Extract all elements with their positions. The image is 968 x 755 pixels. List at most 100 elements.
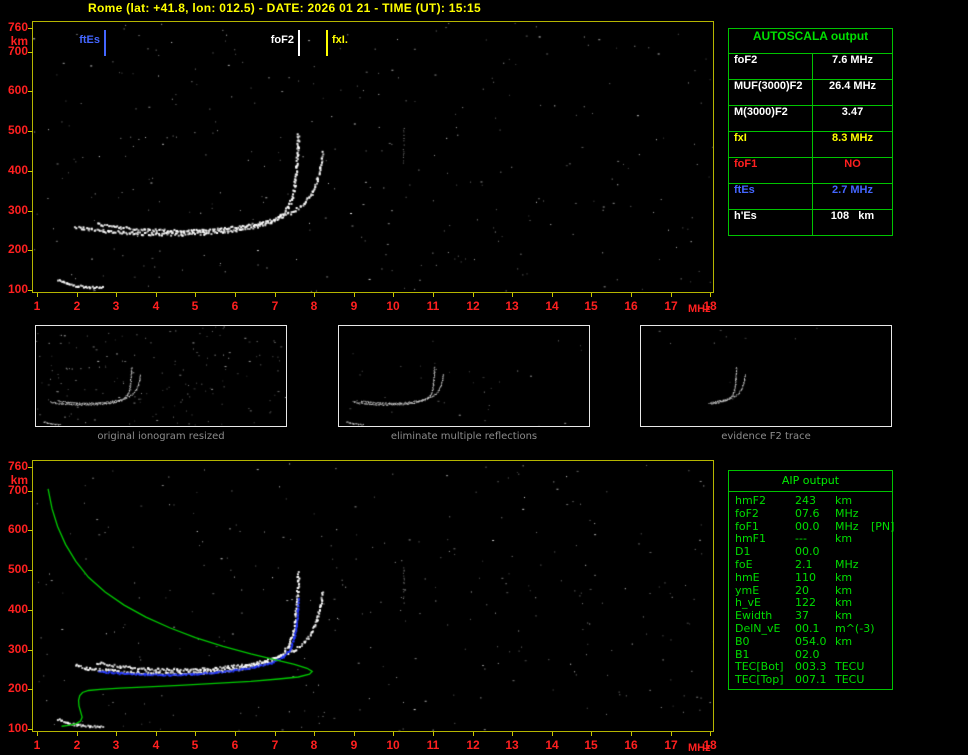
y-axis-tick-mark — [28, 729, 33, 730]
aip-table-row: hmF2 243 km — [735, 494, 892, 508]
autoscala-row-value: 108 km — [813, 209, 892, 235]
autoscala-row-label: h'Es — [729, 209, 813, 235]
ionogram-canvas-bottom — [33, 461, 713, 731]
aip-row-note — [871, 533, 892, 546]
thumbnail-caption-f2: evidence F2 trace — [721, 431, 811, 442]
aip-table-row: TEC[Top] 007.1 TECU — [735, 673, 892, 687]
x-axis-tick-label: 13 — [505, 299, 519, 313]
y-axis-tick-mark — [28, 91, 33, 92]
x-axis-tick-label: 12 — [466, 738, 480, 752]
aip-row-note — [871, 559, 892, 572]
x-axis-tick-mark — [433, 293, 434, 297]
x-axis-tick-label: 4 — [152, 738, 160, 752]
y-axis-tick-label: 300 — [7, 642, 28, 656]
autoscala-table-title: AUTOSCALA output — [752, 29, 869, 43]
aip-table-row: B0 054.0 km — [735, 634, 892, 649]
x-axis-tick-mark — [77, 732, 78, 736]
station-date-title: Rome (lat: +41.8, lon: 012.5) - DATE: 20… — [88, 1, 481, 15]
y-axis-unit-label: km — [10, 473, 28, 487]
aip-row-note — [871, 508, 892, 521]
x-axis-tick-label: 8 — [310, 299, 318, 313]
x-axis-tick-mark — [37, 732, 38, 736]
ionogram-canvas-top — [33, 22, 713, 292]
x-axis-tick-mark — [710, 293, 711, 297]
x-axis-tick-label: 15 — [584, 299, 598, 313]
y-axis-tick-mark — [28, 211, 33, 212]
aip-row-note — [871, 674, 892, 687]
autoscala-row-value: 3.47 — [813, 105, 892, 131]
x-axis-tick-mark — [393, 293, 394, 297]
y-axis-tick-label: 200 — [7, 681, 28, 695]
x-axis-tick-label: 10 — [386, 299, 400, 313]
thumbnail-canvas-original — [36, 326, 286, 426]
y-axis-tick-label: 500 — [7, 123, 28, 137]
aip-table-row: DelN_vE 00.1 m^(-3) — [735, 622, 892, 636]
aip-row-label: foF2 — [735, 506, 759, 520]
x-axis-tick-mark — [235, 293, 236, 297]
x-axis-tick-mark — [433, 732, 434, 736]
x-axis-tick-label: 3 — [112, 738, 120, 752]
x-axis-tick-label: 13 — [505, 738, 519, 752]
y-axis-tick-mark — [28, 28, 33, 29]
y-axis-tick-mark — [28, 131, 33, 132]
thumbnail-original-ionogram — [35, 325, 287, 427]
aip-row-unit: km — [835, 634, 853, 648]
y-axis-tick-mark — [28, 171, 33, 172]
autoscala-row-value: NO — [813, 157, 892, 183]
x-axis-tick-mark — [671, 732, 672, 736]
x-axis-tick-mark — [275, 293, 276, 297]
y-axis-tick-mark — [28, 689, 33, 690]
thumbnail-canvas-filtered — [339, 326, 589, 426]
x-axis-tick-label: 4 — [152, 299, 160, 313]
marker-label-fxI: fxI. — [332, 34, 348, 46]
y-axis-tick-label: 760 — [7, 459, 28, 473]
x-axis-tick-label: 5 — [191, 299, 199, 313]
aip-row-value: 110 — [795, 570, 816, 584]
x-axis-tick-mark — [37, 293, 38, 297]
autoscala-output-table: AUTOSCALA output foF2 7.6 MHz MUF(3000)F2 2… — [728, 28, 893, 236]
aip-row-unit: MHz — [835, 506, 859, 520]
autoscala-row-value: 7.6 MHz — [813, 53, 892, 79]
aip-row-note — [871, 661, 892, 674]
ionogram-plot-bottom — [32, 460, 714, 732]
aip-row-note — [871, 597, 892, 610]
aip-table-row: foF2 07.6 MHz — [735, 506, 892, 521]
aip-row-note — [871, 572, 892, 585]
x-axis-tick-mark — [275, 732, 276, 736]
y-axis-tick-mark — [28, 52, 33, 53]
autoscala-app-window: Rome (lat: +41.8, lon: 012.5) - DATE: 20… — [0, 0, 968, 755]
aip-row-unit: km — [835, 570, 853, 584]
x-axis-tick-label: 14 — [545, 738, 559, 752]
x-axis-tick-mark — [473, 732, 474, 736]
x-axis-tick-label: 16 — [624, 299, 638, 313]
autoscala-row-label: foF2 — [729, 53, 813, 79]
x-axis-tick-mark — [631, 293, 632, 297]
x-axis-tick-mark — [552, 293, 553, 297]
autoscala-row-label: ftEs — [729, 183, 813, 209]
x-axis-tick-label: 17 — [664, 299, 678, 313]
aip-row-note — [871, 546, 892, 559]
autoscala-row-value: 2.7 MHz — [813, 183, 892, 209]
x-axis-tick-mark — [591, 732, 592, 736]
aip-row-value: 07.6 — [795, 506, 820, 520]
aip-row-unit: MHz — [835, 557, 859, 571]
x-axis-tick-mark — [473, 293, 474, 297]
x-axis-tick-mark — [156, 293, 157, 297]
x-axis-tick-mark — [512, 293, 513, 297]
y-axis-tick-label: 500 — [7, 562, 28, 576]
thumbnail-filtered-ionogram — [338, 325, 590, 427]
aip-row-unit: km — [835, 494, 853, 507]
thumbnail-f2-evidence — [640, 325, 892, 427]
y-axis-tick-mark — [28, 650, 33, 651]
x-axis-tick-label: 14 — [545, 299, 559, 313]
autoscala-row-label: fxI — [729, 131, 813, 157]
autoscala-row-label: foF1 — [729, 157, 813, 183]
y-axis-tick-label: 400 — [7, 602, 28, 616]
aip-row-label: foE — [735, 557, 753, 571]
autoscala-row-value: 26.4 MHz — [813, 79, 892, 105]
x-axis-tick-label: 11 — [426, 738, 440, 752]
y-axis-tick-mark — [28, 610, 33, 611]
aip-output-table: AIP output hmF2 243 km foF2 07.6 MHz foF1 00.0 M… — [728, 470, 894, 690]
autoscala-row-value: 8.3 MHz — [813, 131, 892, 157]
aip-row-value: 007.1 — [795, 673, 827, 687]
